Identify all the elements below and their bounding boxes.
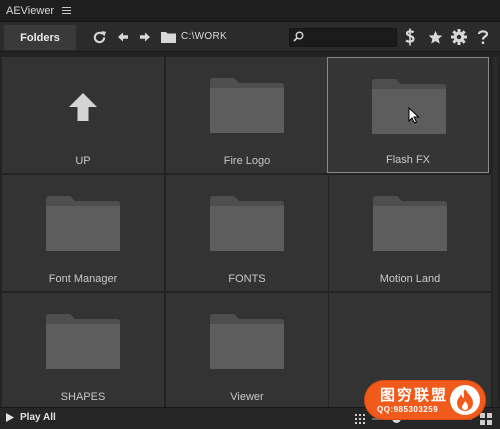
tile-label: Flash FX: [385, 154, 430, 166]
tile-folder-selected[interactable]: Flash FX: [327, 57, 489, 173]
tile-label: Fire Logo: [223, 155, 271, 167]
folder-icon: [160, 29, 176, 45]
gear-icon[interactable]: [451, 29, 467, 45]
folder-icon: [210, 195, 284, 254]
large-grid-icon[interactable]: [480, 413, 492, 428]
watermark-badge: 图穷联盟 QQ:985303259: [365, 381, 485, 419]
tile-label: Font Manager: [48, 273, 118, 285]
folder-icon: [373, 195, 447, 254]
play-all-label: Play All: [20, 412, 56, 423]
refresh-icon[interactable]: [91, 29, 107, 45]
dollar-icon[interactable]: [402, 28, 418, 46]
tile-label: Motion Land: [379, 273, 441, 285]
tile-label: Viewer: [230, 391, 264, 403]
back-arrow-icon[interactable]: [115, 29, 131, 45]
up-arrow-icon: [68, 92, 98, 125]
watermark-qq: QQ:985303259: [377, 405, 439, 414]
small-grid-icon[interactable]: [355, 414, 365, 427]
folder-icon: [46, 195, 120, 254]
vertical-scrollbar[interactable]: [493, 57, 498, 408]
tile-folder[interactable]: Viewer: [166, 293, 328, 409]
tile-folder[interactable]: Motion Land: [329, 175, 491, 291]
folder-grid: UP Fire Logo Flash FX Font Manager FONTS…: [2, 57, 491, 409]
star-icon[interactable]: [427, 29, 443, 45]
app-title: AEViewer: [6, 4, 55, 17]
mouse-cursor-icon: [408, 106, 420, 127]
tile-folder[interactable]: FONTS: [166, 175, 328, 291]
panel-menu-icon[interactable]: [62, 7, 72, 14]
tile-folder[interactable]: SHAPES: [2, 293, 164, 409]
search-box[interactable]: [289, 28, 397, 47]
search-icon: [293, 31, 304, 45]
folder-icon: [210, 77, 284, 136]
help-icon[interactable]: [475, 29, 491, 45]
play-icon: [6, 413, 14, 422]
tile-label: FONTS: [228, 273, 266, 285]
folder-icon: [46, 313, 120, 372]
watermark-title: 图穷联盟: [380, 386, 449, 404]
play-all-button[interactable]: Play All: [6, 412, 56, 423]
folder-icon: [210, 313, 284, 372]
toolbar: Folders C:\WORK: [0, 22, 500, 52]
tile-folder[interactable]: Fire Logo: [166, 57, 328, 173]
tile-up[interactable]: UP: [2, 57, 164, 173]
title-bar: AEViewer: [0, 0, 500, 22]
search-input[interactable]: [306, 30, 394, 45]
tab-folders[interactable]: Folders: [4, 25, 76, 50]
tile-label: UP: [75, 155, 91, 167]
current-path: C:\WORK: [181, 31, 227, 42]
forward-arrow-icon[interactable]: [137, 29, 153, 45]
tile-folder[interactable]: Font Manager: [2, 175, 164, 291]
tile-label: SHAPES: [60, 391, 106, 403]
flame-logo-icon: [450, 385, 480, 415]
